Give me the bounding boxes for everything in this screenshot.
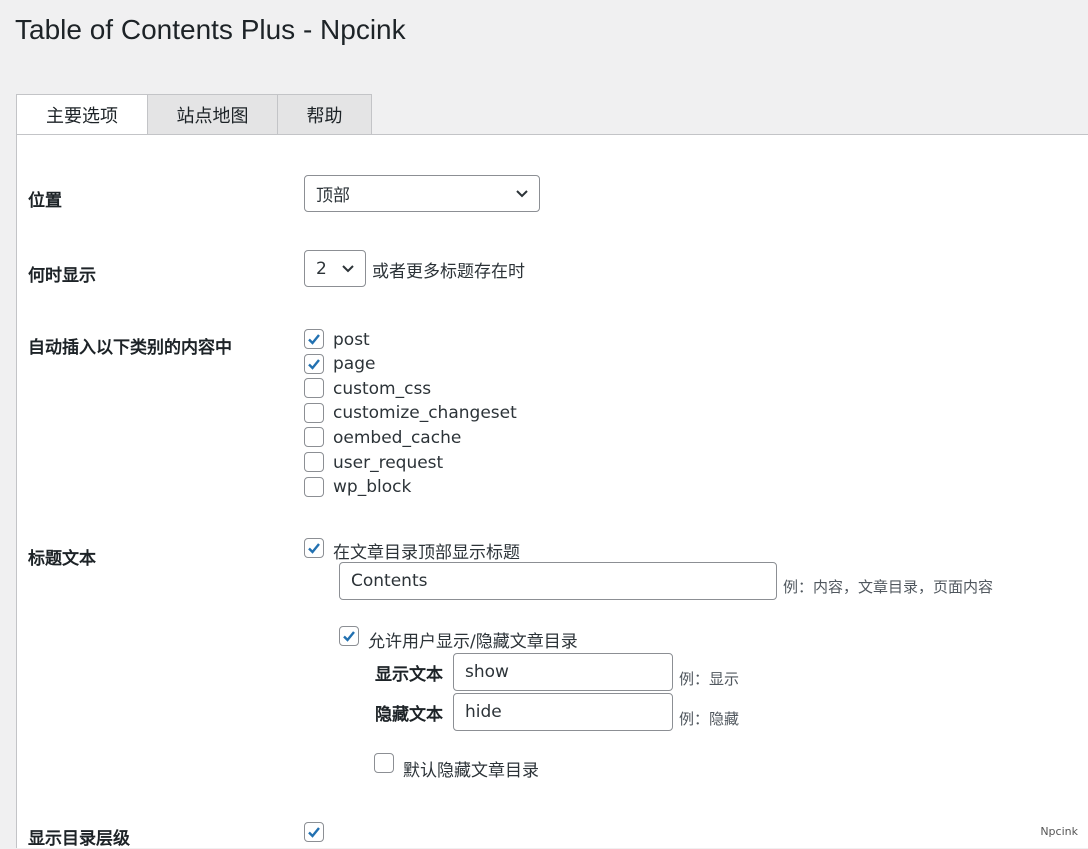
settings-panel <box>16 134 1088 848</box>
position-select-value: 顶部 <box>316 186 350 206</box>
show-text-hint: 例：显示 <box>679 670 740 688</box>
tab-help[interactable]: 帮助 <box>277 94 372 134</box>
allow-toggle-label: 允许用户显示/隐藏文章目录 <box>368 632 578 652</box>
checkmark-icon <box>308 543 320 554</box>
position-label: 位置 <box>28 191 62 211</box>
heading-text-hint: 例：内容，文章目录，页面内容 <box>783 578 994 596</box>
page-title: Table of Contents Plus - Npcink <box>15 14 406 45</box>
show-when-suffix: 或者更多标题存在时 <box>372 262 525 282</box>
custom-css-label: custom_css <box>333 379 432 399</box>
position-select[interactable]: 顶部 <box>304 175 540 212</box>
chevron-down-icon <box>342 264 354 272</box>
default-hidden-label: 默认隐藏文章目录 <box>403 761 539 781</box>
hide-text-label: 隐藏文本 <box>375 705 443 725</box>
tab-sitemap[interactable]: 站点地图 <box>147 94 278 134</box>
oembed-cache-label: oembed_cache <box>333 428 462 448</box>
show-when-select-value: 2 <box>316 258 327 279</box>
customize-changeset-label: customize_changeset <box>333 403 517 423</box>
show-heading-checkbox[interactable] <box>304 538 324 558</box>
show-text-label: 显示文本 <box>375 665 443 685</box>
watermark: Npcink <box>1040 825 1078 838</box>
user-request-checkbox[interactable] <box>304 452 324 472</box>
wp-block-label: wp_block <box>333 477 412 497</box>
hierarchy-label: 显示目录层级 <box>28 829 130 849</box>
heading-text-label: 标题文本 <box>28 549 96 569</box>
page-checkbox[interactable] <box>304 354 324 374</box>
chevron-down-icon <box>516 189 528 197</box>
oembed-cache-checkbox[interactable] <box>304 427 324 447</box>
custom-css-checkbox[interactable] <box>304 378 324 398</box>
hierarchy-checkbox[interactable] <box>304 822 324 842</box>
auto-insert-label: 自动插入以下类别的内容中 <box>28 338 232 358</box>
hide-text-hint: 例：隐藏 <box>679 710 740 728</box>
post-label: post <box>333 330 370 350</box>
show-when-label: 何时显示 <box>28 266 96 286</box>
show-heading-label: 在文章目录顶部显示标题 <box>333 543 520 563</box>
post-checkbox[interactable] <box>304 329 324 349</box>
checkmark-icon <box>343 631 355 642</box>
checkmark-icon <box>308 359 320 370</box>
tab-main-options[interactable]: 主要选项 <box>16 94 148 135</box>
checkmark-icon <box>308 827 320 838</box>
wp-block-checkbox[interactable] <box>304 477 324 497</box>
user-request-label: user_request <box>333 453 444 473</box>
show-text-input[interactable]: show <box>453 653 673 691</box>
hide-text-input[interactable]: hide <box>453 693 673 731</box>
page-label: page <box>333 354 376 374</box>
heading-text-input[interactable]: Contents <box>339 562 777 600</box>
customize-changeset-checkbox[interactable] <box>304 403 324 423</box>
checkmark-icon <box>308 334 320 345</box>
default-hidden-checkbox[interactable] <box>374 753 394 773</box>
allow-toggle-checkbox[interactable] <box>339 626 359 646</box>
show-when-select[interactable]: 2 <box>304 250 366 287</box>
